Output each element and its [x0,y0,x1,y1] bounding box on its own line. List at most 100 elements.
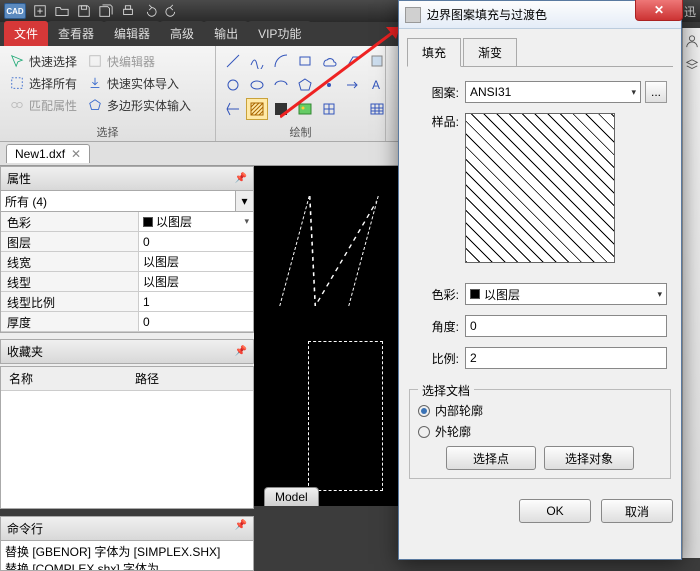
close-file-icon[interactable]: ✕ [71,147,81,161]
quick-select-button[interactable]: 快速选择 [6,52,80,71]
saveall-icon[interactable] [98,3,114,19]
user-icon[interactable] [685,34,699,48]
dialog-close-button[interactable]: ✕ [635,0,683,21]
prop-thk-label: 厚度 [1,312,139,331]
prop-color-value[interactable]: 以图层 [139,212,253,231]
line-tool[interactable] [222,50,244,72]
polygon-tool[interactable] [294,74,316,96]
pick-object-button[interactable]: 选择对象 [544,446,634,470]
ellipse-arc-tool[interactable] [270,74,292,96]
pattern-swatch [465,113,615,263]
fav-header: 收藏夹 📌 [0,339,254,364]
new-icon[interactable] [32,3,48,19]
radio-inner-label: 内部轮廓 [435,402,483,419]
cancel-button[interactable]: 取消 [601,499,673,523]
select-all-button[interactable]: 选择所有 [6,74,80,93]
prop-color-label: 色彩 [1,212,139,231]
quick-import-label: 快速实体导入 [107,75,179,92]
radio-outer[interactable]: 外轮廓 [418,423,662,440]
tab-editor[interactable]: 编辑器 [104,21,160,46]
wipeout-tool[interactable] [270,98,292,120]
hatch-dialog: 边界图案填充与过渡色 ✕ 填充 渐变 图案: ANSI31 ... 样品: 色彩… [398,0,682,560]
polygon-input-button[interactable]: 多边形实体输入 [84,96,194,115]
color-swatch-icon [470,289,480,299]
prop-layer-label: 图层 [1,232,139,251]
fav-col-path: 路径 [127,370,253,387]
print-icon[interactable] [120,3,136,19]
hatch-tool[interactable] [246,98,268,120]
prop-lts-value[interactable]: 1 [139,292,253,311]
tab-gradient[interactable]: 渐变 [463,38,517,67]
table-tool[interactable] [366,98,388,120]
block-tool[interactable] [366,50,388,72]
prop-lw-value[interactable]: 以图层 [139,252,253,271]
file-tab[interactable]: New1.dxf ✕ [6,144,90,163]
undo-icon[interactable] [142,3,158,19]
cmd-line: 替换 [GBENOR] 字体为 [SIMPLEX.SHX] [5,543,249,560]
title-suffix: 迅 [684,3,696,20]
leader-tool[interactable] [342,50,364,72]
tab-vip[interactable]: VIP功能 [248,21,311,46]
tab-fill[interactable]: 填充 [407,38,461,67]
open-icon[interactable] [54,3,70,19]
select-all-label: 选择所有 [29,75,77,92]
radio-icon [418,426,430,438]
tab-advanced[interactable]: 高级 [160,21,204,46]
color-label: 色彩: [413,286,459,303]
pattern-label: 图案: [413,84,459,101]
angle-input[interactable] [465,315,667,337]
match-props-button: 匹配属性 [6,96,80,115]
radio-icon [418,405,430,417]
props-filter-input[interactable] [1,191,235,211]
point-tool[interactable] [318,74,340,96]
fav-list[interactable] [1,390,253,508]
v-shape [279,196,378,306]
sample-label: 样品: [413,113,459,130]
pick-point-button[interactable]: 选择点 [446,446,536,470]
tab-output[interactable]: 输出 [204,21,248,46]
model-tab[interactable]: Model [264,487,319,506]
quick-import-button[interactable]: 快速实体导入 [84,74,182,93]
layers-icon[interactable] [685,58,699,72]
pattern-browse-button[interactable]: ... [645,81,667,103]
ok-button[interactable]: OK [519,499,591,523]
props-filter-dropdown[interactable]: ▾ [235,191,253,211]
fav-title: 收藏夹 [7,343,43,360]
prop-thk-value[interactable]: 0 [139,312,253,331]
prop-lt-value[interactable]: 以图层 [139,272,253,291]
arc-tool[interactable] [270,50,292,72]
pattern-select[interactable]: ANSI31 [465,81,641,103]
quick-editor-label: 快编辑器 [107,53,155,70]
tab-viewer[interactable]: 查看器 [48,21,104,46]
scale-label: 比例: [413,350,459,367]
pin-icon[interactable]: 📌 [235,173,247,184]
cloud-tool[interactable] [318,50,340,72]
fav-pin-icon[interactable]: 📌 [235,346,247,357]
arrow-tool[interactable] [342,74,364,96]
tab-file[interactable]: 文件 [4,21,48,46]
redo-icon[interactable] [164,3,180,19]
prop-layer-value[interactable]: 0 [139,232,253,251]
app-logo: CAD [4,3,26,19]
dialog-title: 边界图案填充与过渡色 [427,6,547,23]
cmd-output[interactable]: 替换 [GBENOR] 字体为 [SIMPLEX.SHX] 替换 [COMPLE… [0,541,254,571]
insert-tool[interactable] [318,98,340,120]
polygon-input-label: 多边形实体输入 [107,97,191,114]
color-select[interactable]: 以图层 [465,283,667,305]
quick-editor-button: 快编辑器 [84,52,158,71]
circle-tool[interactable] [222,74,244,96]
cmd-pin-icon[interactable]: 📌 [235,520,247,537]
cmd-header: 命令行📌 [0,516,254,541]
ellipse-tool[interactable] [246,74,268,96]
spline-tool[interactable] [246,50,268,72]
text-tool2[interactable]: A [366,74,388,96]
scale-input[interactable] [465,347,667,369]
docsel-title: 选择文档 [418,382,474,399]
image-tool[interactable] [294,98,316,120]
save-icon[interactable] [76,3,92,19]
radio-inner[interactable]: 内部轮廓 [418,402,662,419]
radio-outer-label: 外轮廓 [435,423,471,440]
file-tab-label: New1.dxf [15,147,65,161]
ray-tool[interactable] [222,98,244,120]
rect-tool[interactable] [294,50,316,72]
